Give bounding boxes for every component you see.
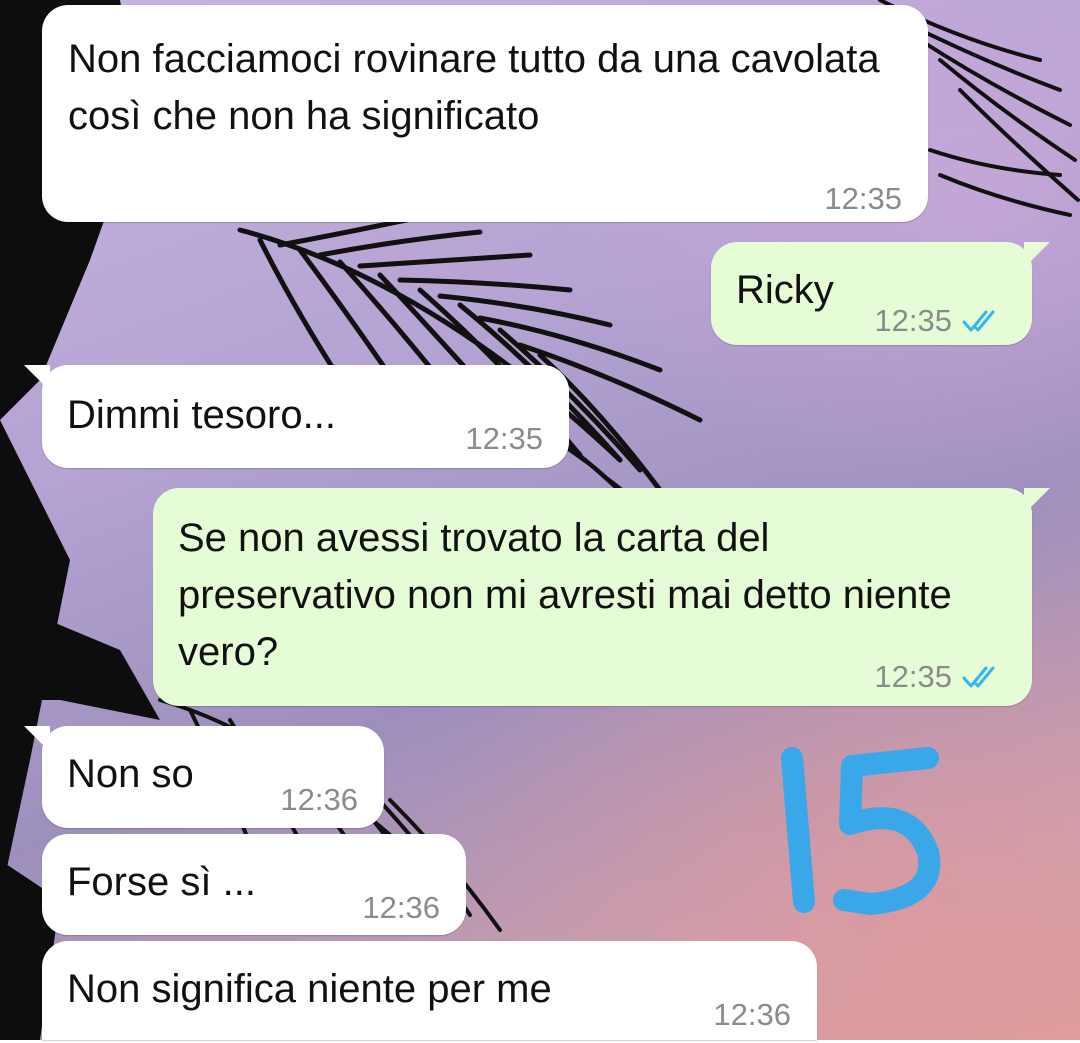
handwritten-15-overlay bbox=[781, 747, 941, 915]
message-text: Ricky bbox=[736, 268, 834, 312]
message-meta: 12:35 bbox=[465, 410, 543, 467]
message-text: Non significa niente per me bbox=[67, 967, 552, 1011]
message-bubble-outgoing[interactable]: Se non avessi trovato la carta del prese… bbox=[153, 488, 1050, 706]
message-meta: 12:36 bbox=[362, 879, 440, 936]
message-text: Forse sì ... bbox=[67, 860, 256, 904]
message-timestamp: 12:35 bbox=[874, 659, 952, 694]
message-meta: 12:35 bbox=[874, 648, 1006, 705]
message-bubble-incoming[interactable]: Forse sì ... 12:36 bbox=[42, 834, 466, 935]
message-bubble-incoming[interactable]: Non significa niente per me 12:36 bbox=[42, 941, 817, 1040]
message-timestamp: 12:36 bbox=[713, 997, 791, 1032]
message-bubble-incoming[interactable]: Dimmi tesoro... 12:35 bbox=[24, 365, 569, 468]
bubble-tail bbox=[1024, 488, 1050, 514]
message-meta: 12:35 bbox=[824, 170, 902, 227]
message-bubble-incoming[interactable]: Non facciamoci rovinare tutto da una cav… bbox=[42, 5, 928, 222]
message-meta: 12:36 bbox=[280, 771, 358, 828]
bubble-tail bbox=[24, 726, 50, 752]
bubble-tail bbox=[24, 365, 50, 391]
message-timestamp: 12:36 bbox=[280, 782, 358, 817]
message-timestamp: 12:35 bbox=[824, 181, 902, 216]
double-check-icon bbox=[962, 310, 995, 331]
message-timestamp: 12:36 bbox=[362, 890, 440, 925]
message-bubble-incoming[interactable]: Non so 12:36 bbox=[24, 726, 384, 828]
message-text: Non so bbox=[67, 752, 194, 796]
message-meta: 12:36 bbox=[713, 986, 791, 1043]
message-timestamp: 12:35 bbox=[874, 303, 952, 338]
message-meta: 12:35 bbox=[874, 292, 1006, 349]
double-check-icon bbox=[962, 666, 995, 687]
bubble-tail bbox=[1024, 242, 1050, 268]
message-bubble-outgoing[interactable]: Ricky 12:35 bbox=[711, 242, 1050, 345]
message-text: Dimmi tesoro... bbox=[67, 393, 336, 437]
message-text: Non facciamoci rovinare tutto da una cav… bbox=[68, 37, 891, 138]
message-timestamp: 12:35 bbox=[465, 421, 543, 456]
